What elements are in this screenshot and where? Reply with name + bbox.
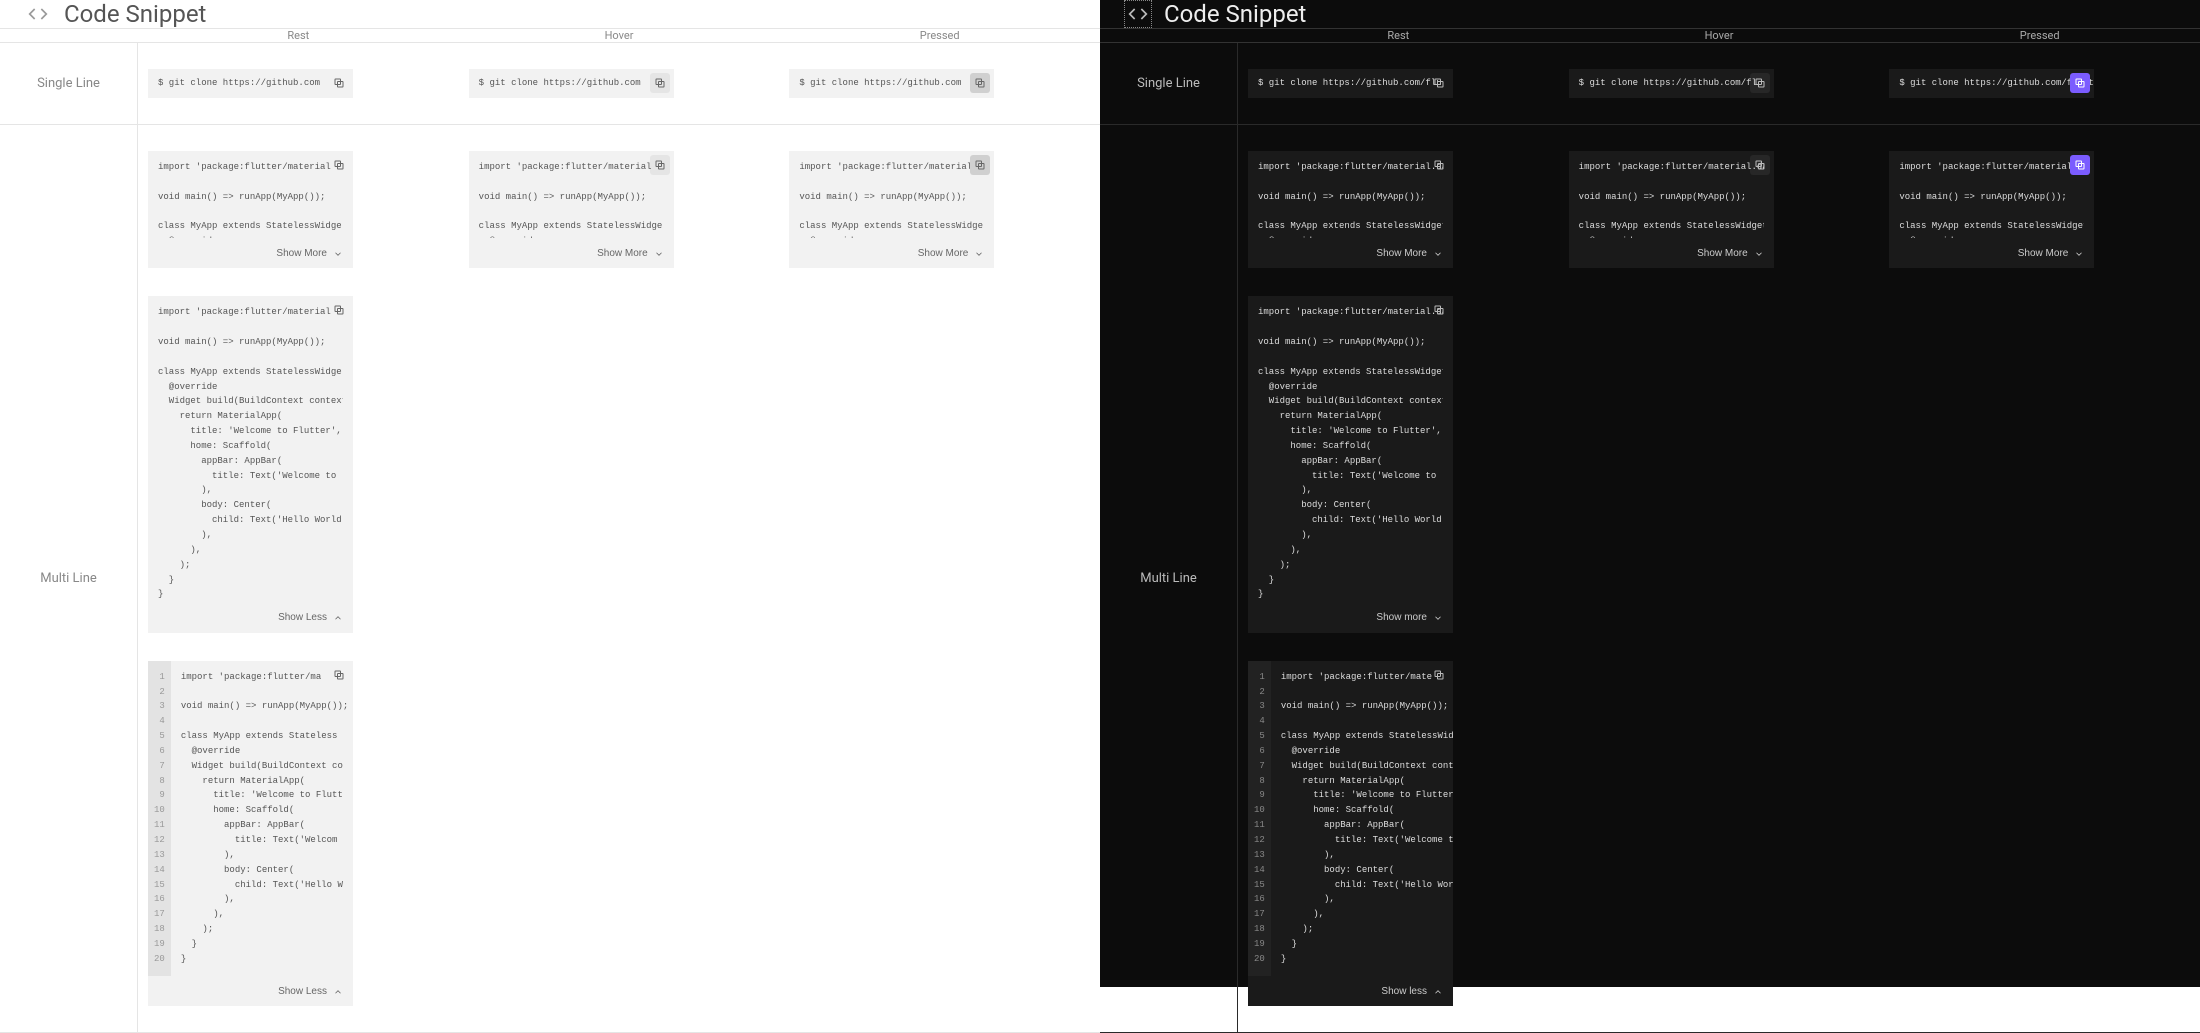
state-rest-label: Rest xyxy=(138,29,459,42)
code-text: import 'package:flutter/material.dart'; … xyxy=(1899,160,2084,238)
show-more-button[interactable]: Show More xyxy=(1258,246,1443,263)
header: Code Snippet xyxy=(0,0,1100,29)
copy-icon[interactable] xyxy=(650,73,670,93)
light-theme-panel: Code Snippet Rest Hover Pressed Single L… xyxy=(0,0,1100,987)
copy-icon[interactable] xyxy=(970,155,990,175)
show-more-button[interactable]: Show More xyxy=(1579,246,1764,263)
copy-icon[interactable] xyxy=(329,73,349,93)
copy-icon[interactable] xyxy=(329,155,349,175)
state-hover-label: Hover xyxy=(459,29,780,42)
row-label-single: Single Line xyxy=(1100,43,1238,124)
row-label-multi: Multi Line xyxy=(1100,125,1238,1032)
show-more-button[interactable]: Show more xyxy=(1258,610,1443,627)
state-hover-label: Hover xyxy=(1559,29,1880,42)
show-more-button[interactable]: Show More xyxy=(158,246,343,263)
snippet-multi-lined: 1 2 3 4 5 6 7 8 9 10 11 12 13 14 15 16 1… xyxy=(1248,661,1453,1006)
snippet-multi-pressed: import 'package:flutter/material.dart'; … xyxy=(1889,151,2094,269)
chevron-down-icon xyxy=(654,249,664,259)
row-label-multi: Multi Line xyxy=(0,125,138,1032)
snippet-multi-lined: 1 2 3 4 5 6 7 8 9 10 11 12 13 14 15 16 1… xyxy=(148,661,353,1006)
copy-icon[interactable] xyxy=(1429,665,1449,685)
copy-icon[interactable] xyxy=(2070,73,2090,93)
code-text: import 'package:flutter/material.dart'; … xyxy=(1258,305,1443,602)
snippet-multi-rest: import 'package:flutter/material.dart'; … xyxy=(1248,151,1453,269)
code-text: import 'package:flutter/material.dart'; … xyxy=(1258,160,1443,238)
code-text: import 'package:flutter/material void ma… xyxy=(158,160,343,238)
code-text: $ git clone https://github.com/flutte xyxy=(1899,78,2094,88)
code-text: import 'package:flutter/material void ma… xyxy=(479,160,664,238)
snippet-single-hover: $ git clone https://github.com xyxy=(469,69,674,98)
show-less-button[interactable]: Show less xyxy=(1248,984,1453,1001)
state-pressed-label: Pressed xyxy=(1879,29,2200,42)
chevron-down-icon xyxy=(974,249,984,259)
line-numbers: 1 2 3 4 5 6 7 8 9 10 11 12 13 14 15 16 1… xyxy=(148,661,171,976)
snippet-multi-rest: import 'package:flutter/material void ma… xyxy=(148,151,353,269)
chevron-up-icon xyxy=(333,613,343,623)
header: Code Snippet xyxy=(1100,0,2200,29)
single-line-section: Single Line $ git clone https://github.c… xyxy=(0,43,1100,125)
state-pressed-label: Pressed xyxy=(779,29,1100,42)
snippet-multi-pressed: import 'package:flutter/material void ma… xyxy=(789,151,994,269)
code-text: $ git clone https://github.com/fl xyxy=(1579,78,1757,88)
code-text: $ git clone https://github.com/flu xyxy=(1258,78,1442,88)
multi-line-section: Multi Line import 'package:flutter/mater… xyxy=(0,125,1100,1033)
show-less-button[interactable]: Show Less xyxy=(148,984,353,1001)
chevron-down-icon xyxy=(1433,613,1443,623)
copy-icon[interactable] xyxy=(329,665,349,685)
copy-icon[interactable] xyxy=(1750,155,1770,175)
line-numbers: 1 2 3 4 5 6 7 8 9 10 11 12 13 14 15 16 1… xyxy=(1248,661,1271,976)
code-text: import 'package:flutter/mate void main()… xyxy=(1271,661,1453,976)
chevron-down-icon xyxy=(2074,249,2084,259)
code-text: import 'package:flutter/material void ma… xyxy=(158,305,343,602)
single-line-section: Single Line $ git clone https://github.c… xyxy=(1100,43,2200,125)
copy-icon[interactable] xyxy=(2070,155,2090,175)
show-more-button[interactable]: Show More xyxy=(799,246,984,263)
code-icon xyxy=(1124,0,1152,28)
chevron-down-icon xyxy=(1754,249,1764,259)
snippet-multi-hover: import 'package:flutter/material void ma… xyxy=(469,151,674,269)
show-less-button[interactable]: Show Less xyxy=(158,610,343,627)
chevron-down-icon xyxy=(1433,249,1443,259)
code-text: import 'package:flutter/material void ma… xyxy=(799,160,984,238)
copy-icon[interactable] xyxy=(1750,73,1770,93)
copy-icon[interactable] xyxy=(970,73,990,93)
show-more-button[interactable]: Show More xyxy=(479,246,664,263)
chevron-down-icon xyxy=(333,249,343,259)
page-title: Code Snippet xyxy=(64,0,206,28)
copy-icon[interactable] xyxy=(329,300,349,320)
snippet-multi-expanded: import 'package:flutter/material void ma… xyxy=(148,296,353,632)
code-text: import 'package:flutter/ma void main() =… xyxy=(171,661,353,976)
copy-icon[interactable] xyxy=(1429,155,1449,175)
snippet-single-rest: $ git clone https://github.com xyxy=(148,69,353,98)
code-text: $ git clone https://github.com xyxy=(158,78,320,88)
snippet-single-pressed: $ git clone https://github.com/flutte xyxy=(1889,69,2094,98)
state-header-row: Rest Hover Pressed xyxy=(0,29,1100,43)
chevron-up-icon xyxy=(1433,987,1443,997)
snippet-single-hover: $ git clone https://github.com/fl xyxy=(1569,69,1774,98)
copy-icon[interactable] xyxy=(1429,300,1449,320)
copy-icon[interactable] xyxy=(650,155,670,175)
multi-line-section: Multi Line import 'package:flutter/mater… xyxy=(1100,125,2200,1033)
state-rest-label: Rest xyxy=(1238,29,1559,42)
chevron-up-icon xyxy=(333,987,343,997)
copy-icon[interactable] xyxy=(1429,73,1449,93)
code-text: $ git clone https://github.com xyxy=(479,78,641,88)
code-text: $ git clone https://github.com xyxy=(799,78,961,88)
show-more-button[interactable]: Show More xyxy=(1899,246,2084,263)
snippet-single-rest: $ git clone https://github.com/flu xyxy=(1248,69,1453,98)
snippet-multi-hover: import 'package:flutter/material.dart'; … xyxy=(1569,151,1774,269)
code-text: import 'package:flutter/material.dart'; … xyxy=(1579,160,1764,238)
row-label-single: Single Line xyxy=(0,43,138,124)
state-header-row: Rest Hover Pressed xyxy=(1100,29,2200,43)
snippet-single-pressed: $ git clone https://github.com xyxy=(789,69,994,98)
page-title: Code Snippet xyxy=(1164,0,1306,28)
dark-theme-panel: Code Snippet Rest Hover Pressed Single L… xyxy=(1100,0,2200,987)
code-icon xyxy=(24,0,52,28)
snippet-multi-expanded: import 'package:flutter/material.dart'; … xyxy=(1248,296,1453,632)
